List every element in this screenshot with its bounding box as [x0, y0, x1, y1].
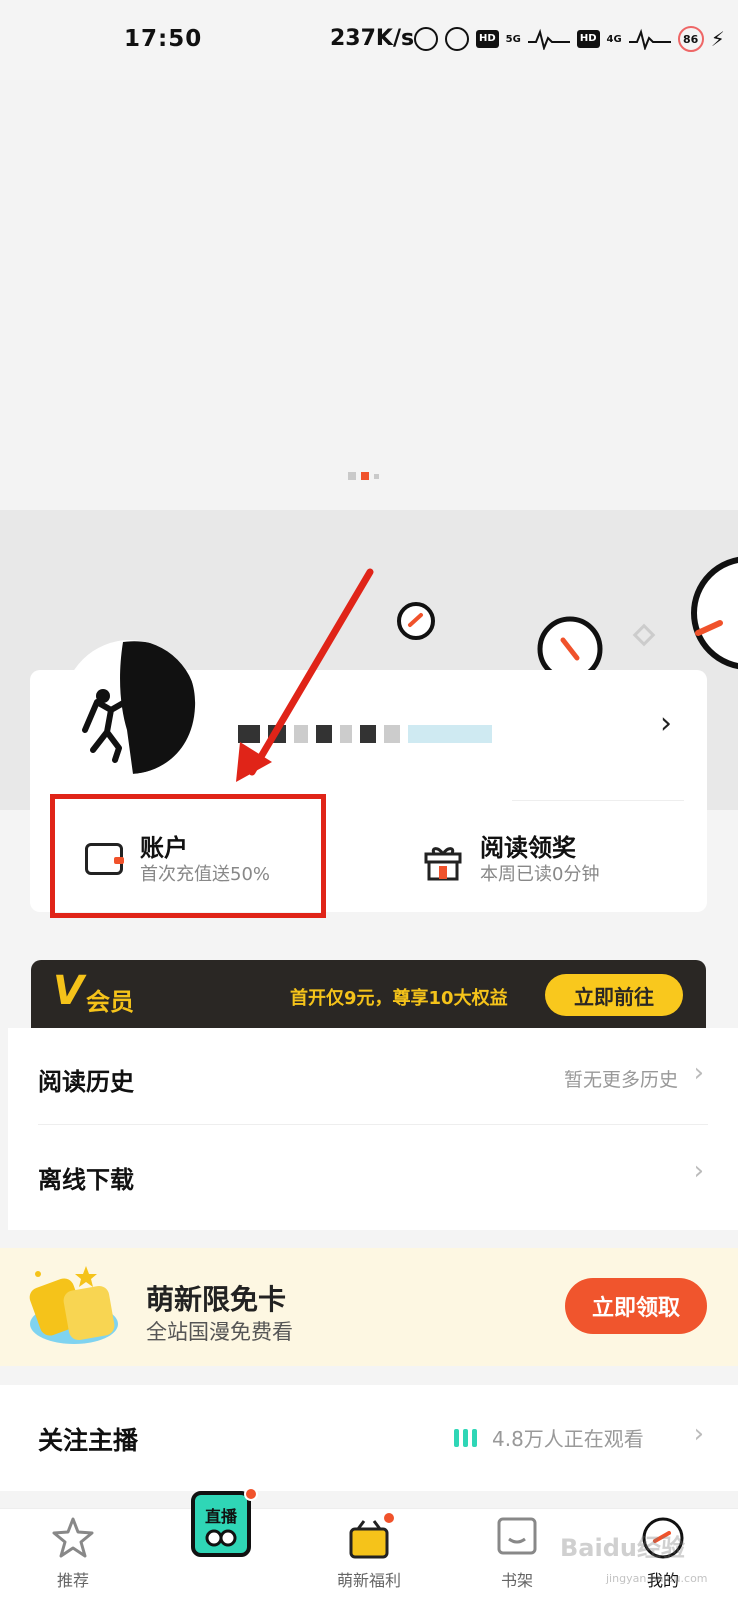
nav-live[interactable]: 直播 — [166, 1487, 276, 1600]
nav-label: 书架 — [500, 1571, 533, 1590]
hd-icon-2: HD — [576, 30, 600, 48]
blur-block — [316, 725, 332, 743]
clock-decoration-icon-3 — [691, 556, 738, 670]
nav-live-label: 直播 — [204, 1507, 237, 1526]
chevron-right-icon: › — [693, 1156, 704, 1186]
clock-decoration-icon-2 — [537, 616, 603, 676]
blur-block — [238, 725, 260, 743]
wallet-icon[interactable] — [85, 843, 124, 875]
nav-bookshelf[interactable]: 书架 — [462, 1515, 572, 1600]
gift-icon[interactable] — [424, 845, 462, 881]
claim-button[interactable]: 立即领取 — [565, 1278, 707, 1334]
notification-dot — [382, 1511, 396, 1525]
status-icons: HD 5G HD 4G 86 ⚡ — [414, 26, 725, 52]
follow-anchors-row[interactable]: 关注主播 4.8万人正在观看 › — [0, 1385, 738, 1491]
list-item-offline-download[interactable]: 离线下载 › — [8, 1126, 738, 1224]
reading-history-title: 阅读历史 — [38, 1068, 134, 1096]
username-blurred — [238, 718, 492, 750]
newcomer-promo-banner[interactable]: 萌新限免卡 全站国漫免费看 立即领取 — [0, 1248, 738, 1366]
hd-icon: HD — [476, 30, 499, 48]
status-bar: 17:50 237K/s HD 5G HD 4G 86 ⚡ — [0, 0, 738, 80]
profile-chevron-icon[interactable]: › — [660, 706, 672, 741]
watching-count: 4.8万人正在观看 — [492, 1427, 644, 1451]
signal-4g-label: 4G — [606, 33, 622, 45]
status-time: 17:50 — [124, 26, 203, 52]
chevron-right-icon: › — [693, 1419, 704, 1449]
clock-decoration-icon — [397, 602, 435, 640]
charging-icon: ⚡ — [710, 27, 725, 51]
vip-promo-text: 首开仅9元，尊享10大权益 — [290, 988, 508, 1009]
star-icon — [52, 1517, 94, 1558]
nav-newbie-welfare[interactable]: 萌新福利 — [314, 1511, 424, 1600]
banner-carousel[interactable] — [0, 80, 738, 510]
nav-label: 推荐 — [56, 1571, 89, 1590]
carousel-indicator — [348, 472, 379, 480]
alarm-icon — [445, 27, 469, 51]
vip-go-button[interactable]: 立即前往 — [545, 974, 683, 1016]
divider — [512, 800, 684, 801]
divider — [38, 1124, 708, 1125]
reading-history-status: 暂无更多历史 — [563, 1069, 678, 1091]
nav-label: 萌新福利 — [336, 1571, 401, 1590]
nav-recommend[interactable]: 推荐 — [18, 1515, 128, 1600]
blur-block — [340, 725, 352, 743]
blur-block — [360, 725, 376, 743]
vip-logo: V — [53, 968, 84, 1014]
chevron-right-icon: › — [693, 1058, 704, 1088]
ticket-illustration-icon — [29, 1266, 118, 1344]
signal-5g-label: 5G — [505, 33, 521, 45]
vip-banner[interactable]: V 会员 首开仅9元，尊享10大权益 立即前往 — [31, 960, 706, 1028]
carousel-dot — [348, 472, 356, 480]
bookshelf-icon — [497, 1517, 537, 1555]
avatar[interactable] — [63, 640, 197, 774]
watermark-url: jingyan.baidu.com — [606, 1572, 708, 1585]
account-subtitle[interactable]: 首次充值送50% — [140, 860, 270, 886]
reading-reward-title[interactable]: 阅读领奖 — [480, 828, 576, 863]
live-bars-icon — [454, 1429, 477, 1447]
blur-block — [384, 725, 400, 743]
signal-wave-icon-2 — [628, 28, 671, 50]
blur-block — [408, 725, 492, 743]
battery-icon: 86 — [677, 26, 704, 52]
network-speed: 237K/s — [330, 26, 415, 51]
live-tv-icon: 直播 — [191, 1491, 251, 1557]
follow-anchors-title: 关注主播 — [38, 1426, 139, 1455]
signal-wave-icon — [527, 28, 570, 50]
account-title[interactable]: 账户 — [140, 828, 188, 863]
carousel-dot-active — [361, 472, 369, 480]
watermark-text: Baidu经验 — [560, 1534, 685, 1562]
blur-block — [268, 725, 286, 743]
carousel-dot — [374, 473, 379, 479]
vip-label: 会员 — [86, 988, 134, 1016]
list-item-reading-history[interactable]: 阅读历史 暂无更多历史 › — [8, 1028, 738, 1126]
offline-download-title: 离线下载 — [38, 1166, 134, 1194]
promo-title: 萌新限免卡 — [146, 1283, 287, 1316]
settings-list: 阅读历史 暂无更多历史 › 离线下载 › — [8, 1028, 738, 1230]
eyes-icon — [205, 1529, 237, 1547]
reading-reward-subtitle[interactable]: 本周已读0分钟 — [480, 860, 599, 886]
promo-subtitle: 全站国漫免费看 — [146, 1320, 293, 1344]
bluetooth-icon — [414, 27, 438, 51]
blur-block — [294, 725, 308, 743]
notification-dot — [244, 1487, 258, 1501]
